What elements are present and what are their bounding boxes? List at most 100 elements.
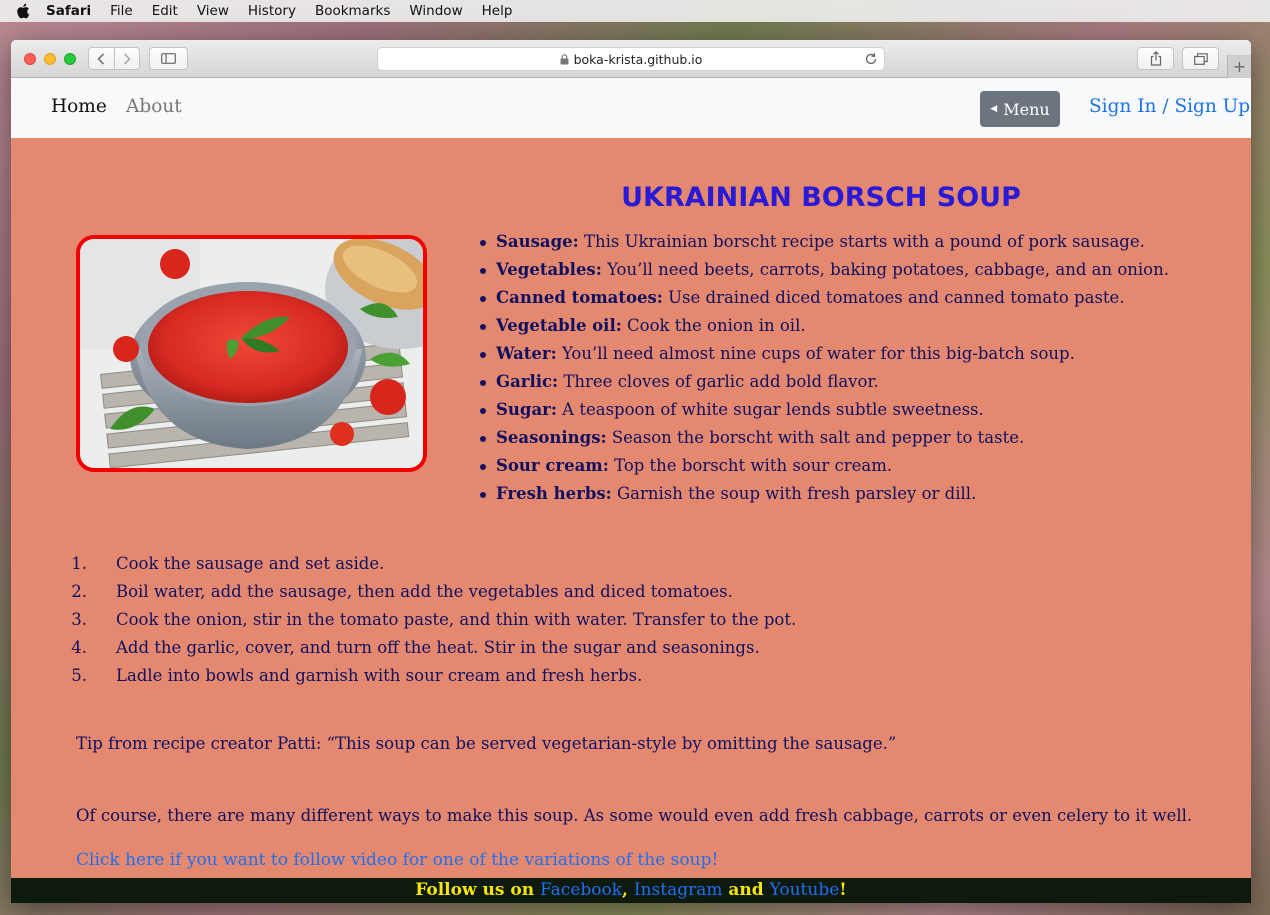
chevron-left-icon: [97, 52, 105, 65]
step-text: Cook the onion, stir in the tomato paste…: [116, 610, 797, 629]
history-nav-group: [88, 47, 140, 70]
ingredient-desc: This Ukrainian borscht recipe starts wit…: [578, 232, 1145, 251]
caret-left-icon: ◀: [990, 104, 998, 114]
ingredient-name: Garlic:: [496, 372, 559, 391]
lock-icon: [560, 53, 569, 65]
back-button[interactable]: [89, 48, 114, 69]
nav-link-about[interactable]: About: [126, 96, 182, 117]
youtube-link[interactable]: Youtube: [770, 880, 840, 900]
url-text: boka-krista.github.io: [573, 51, 703, 67]
menu-help[interactable]: Help: [482, 3, 513, 19]
list-item: Sugar: A teaspoon of white sugar lends s…: [480, 396, 1236, 424]
list-item: Fresh herbs: Garnish the soup with fresh…: [480, 480, 1236, 508]
minimize-window-button[interactable]: [44, 53, 56, 65]
close-window-button[interactable]: [24, 53, 36, 65]
site-footer: Follow us on Facebook, Instagram and You…: [11, 878, 1251, 903]
ingredient-name: Sausage:: [496, 232, 579, 251]
list-item: Vegetable oil: Cook the onion in oil.: [480, 312, 1236, 340]
step-text: Ladle into bowls and garnish with sour c…: [116, 666, 643, 685]
show-tabs-button[interactable]: [1182, 47, 1219, 70]
ingredient-desc: Three cloves of garlic add bold flavor.: [558, 372, 879, 391]
footer-sep: ,: [622, 880, 634, 900]
step-number: 3.: [71, 610, 87, 629]
ingredient-name: Fresh herbs:: [496, 484, 612, 503]
sign-in-link[interactable]: Sign In / Sign Up: [1089, 96, 1250, 117]
list-item: 2. Boil water, add the sausage, then add …: [71, 578, 1191, 606]
ingredient-name: Sour cream:: [496, 456, 609, 475]
borsch-photo: [76, 235, 427, 472]
list-item: Vegetables: You’ll need beets, carrots, …: [480, 256, 1236, 284]
ingredient-name: Sugar:: [496, 400, 557, 419]
step-number: 4.: [71, 638, 87, 657]
share-icon: [1150, 51, 1161, 66]
address-bar[interactable]: boka-krista.github.io: [377, 47, 885, 71]
browser-window: boka-krista.github.io + Home About ◀ Men…: [11, 40, 1251, 903]
list-item: Sausage: This Ukrainian borscht recipe s…: [480, 228, 1236, 256]
ingredient-desc: Use drained diced tomatoes and canned to…: [662, 288, 1125, 307]
list-item: 4. Add the garlic, cover, and turn off th…: [71, 634, 1191, 662]
instagram-link[interactable]: Instagram: [634, 880, 723, 900]
menu-file[interactable]: File: [110, 3, 133, 19]
ingredient-desc: You’ll need beets, carrots, baking potat…: [601, 260, 1169, 279]
list-item: 1. Cook the sausage and set aside.: [71, 550, 1191, 578]
sidebar-icon: [161, 53, 176, 64]
step-number: 5.: [71, 666, 87, 685]
apple-icon[interactable]: [14, 3, 32, 19]
browser-toolbar: boka-krista.github.io +: [11, 40, 1251, 78]
ingredient-name: Vegetable oil:: [496, 316, 622, 335]
recipe-content: UKRAINIAN BORSCH SOUP Sausage: This Ukra…: [11, 138, 1251, 878]
list-item: Garlic: Three cloves of garlic add bold …: [480, 368, 1236, 396]
recipe-tip: Tip from recipe creator Patti: “This sou…: [76, 734, 897, 753]
ingredient-desc: Season the borscht with salt and pepper …: [606, 428, 1025, 447]
step-text: Add the garlic, cover, and turn off the …: [116, 638, 760, 657]
steps-list: 1. Cook the sausage and set aside. 2. Boil…: [71, 550, 1191, 690]
nav-link-home[interactable]: Home: [51, 96, 107, 117]
list-item: Seasonings: Season the borscht with salt…: [480, 424, 1236, 452]
menu-history[interactable]: History: [248, 3, 296, 19]
step-number: 2.: [71, 582, 87, 601]
menu-view[interactable]: View: [197, 3, 229, 19]
video-link[interactable]: Click here if you want to follow video f…: [76, 850, 718, 870]
ingredient-desc: Cook the onion in oil.: [621, 316, 806, 335]
plus-icon: +: [1232, 57, 1247, 76]
ingredient-desc: A teaspoon of white sugar lends subtle s…: [556, 400, 984, 419]
list-item: 3. Cook the onion, stir in the tomato pas…: [71, 606, 1191, 634]
ingredients-list: Sausage: This Ukrainian borscht recipe s…: [480, 228, 1236, 508]
ingredient-desc: Top the borscht with sour cream.: [608, 456, 893, 475]
menu-edit[interactable]: Edit: [152, 3, 178, 19]
share-button[interactable]: [1137, 47, 1174, 70]
forward-button[interactable]: [113, 48, 139, 69]
tabs-overview-icon: [1193, 52, 1208, 65]
ingredient-desc: Garnish the soup with fresh parsley or d…: [611, 484, 977, 503]
ingredient-name: Vegetables:: [496, 260, 602, 279]
step-text: Cook the sausage and set aside.: [116, 554, 385, 573]
list-item: Water: You’ll need almost nine cups of w…: [480, 340, 1236, 368]
menu-button-label: Menu: [1003, 99, 1050, 119]
list-item: Sour cream: Top the borscht with sour cr…: [480, 452, 1236, 480]
ingredient-desc: You’ll need almost nine cups of water fo…: [556, 344, 1075, 363]
system-menubar: Safari File Edit View History Bookmarks …: [0, 0, 1270, 22]
reload-icon[interactable]: [864, 52, 878, 66]
new-tab-button[interactable]: +: [1227, 55, 1251, 78]
ingredient-name: Seasonings:: [496, 428, 607, 447]
footer-sep: and: [722, 880, 770, 900]
recipe-note: Of course, there are many different ways…: [76, 806, 1193, 825]
facebook-link[interactable]: Facebook: [540, 880, 622, 900]
list-item: 5. Ladle into bowls and garnish with sour…: [71, 662, 1191, 690]
step-number: 1.: [71, 554, 87, 573]
footer-prefix: Follow us on: [415, 880, 541, 900]
menu-app-name[interactable]: Safari: [46, 3, 91, 19]
ingredient-name: Canned tomatoes:: [496, 288, 663, 307]
menu-button[interactable]: ◀ Menu: [980, 91, 1060, 127]
footer-suffix: !: [839, 880, 847, 900]
menu-bookmarks[interactable]: Bookmarks: [315, 3, 390, 19]
ingredient-name: Water:: [496, 344, 557, 363]
list-item: Canned tomatoes: Use drained diced tomat…: [480, 284, 1236, 312]
chevron-right-icon: [123, 52, 131, 65]
step-text: Boil water, add the sausage, then add th…: [116, 582, 733, 601]
site-navbar: Home About ◀ Menu Sign In / Sign Up: [11, 78, 1251, 138]
sidebar-toggle-button[interactable]: [149, 47, 188, 70]
recipe-title: UKRAINIAN BORSCH SOUP: [621, 182, 1021, 213]
menu-window[interactable]: Window: [409, 3, 462, 19]
maximize-window-button[interactable]: [64, 53, 76, 65]
